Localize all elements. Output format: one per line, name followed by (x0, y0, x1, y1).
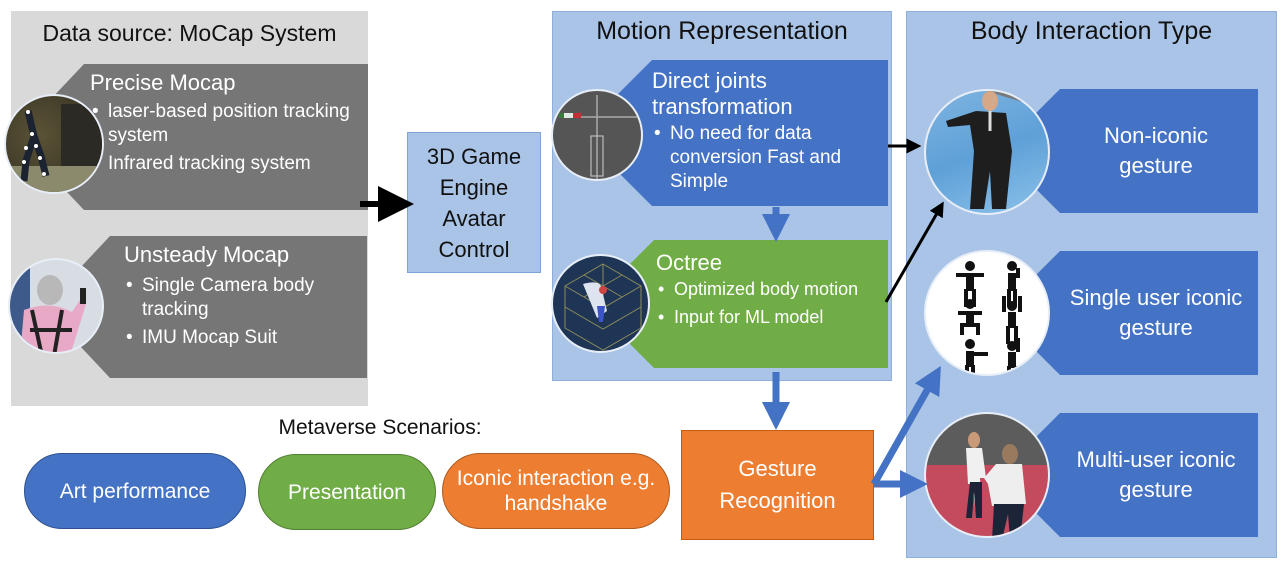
data-source-title: Data source: MoCap System (42, 20, 337, 46)
unsteady-bullet-2: IMU Mocap Suit (124, 326, 367, 350)
precise-bullet-2: Infrared tracking system (90, 152, 368, 176)
non-iconic-label: Non-iconic gesture (1104, 123, 1208, 178)
motion-representation-title: Motion Representation (596, 17, 848, 45)
unsteady-mocap-card: Unsteady Mocap Single Camera body tracki… (80, 236, 367, 378)
imu-suit-photo (8, 258, 104, 354)
avatar-suit-image (924, 89, 1050, 215)
octree-bullet-1: Optimized body motion (656, 277, 888, 301)
single-user-card: Single user iconic gesture (1030, 251, 1258, 375)
gesture-recognition-box: Gesture Recognition (681, 430, 874, 540)
pictogram-poses-image (924, 250, 1050, 376)
multi-user-label: Multi-user iconic gesture (1076, 447, 1236, 502)
game-engine-label: 3D Game Engine Avatar Control (426, 143, 522, 262)
non-iconic-card: Non-iconic gesture (1030, 89, 1258, 213)
unsteady-mocap-heading: Unsteady Mocap (124, 242, 290, 267)
scenario-presentation: Presentation (258, 454, 436, 530)
octree-heading: Octree (656, 250, 723, 275)
body-interaction-title: Body Interaction Type (970, 17, 1213, 45)
skeleton-joints-image (551, 89, 643, 181)
scenario-iconic-interaction: Iconic interaction e.g. handshake (442, 453, 670, 529)
direct-joints-card: Direct joints transformation No need for… (612, 60, 888, 206)
direct-joints-heading: Direct joints transformation (652, 68, 793, 119)
octree-grid-image (551, 254, 650, 353)
scenarios-title: Metaverse Scenarios: (278, 416, 482, 439)
single-user-label: Single user iconic gesture (1069, 285, 1243, 340)
mocap-marker-photo (4, 94, 104, 194)
multi-user-card: Multi-user iconic gesture (1030, 413, 1258, 537)
precise-bullet-1: laser-based position tracking system (90, 100, 368, 148)
scenario-art-performance: Art performance (24, 453, 246, 529)
gesture-recognition-label: Gesture Recognition (719, 456, 836, 513)
octree-bullet-2: Input for ML model (656, 305, 888, 329)
game-engine-avatar-control-box: 3D Game Engine Avatar Control (407, 132, 541, 273)
handshake-avatars-image (924, 412, 1050, 538)
direct-bullet-1: No need for data conversion Fast and Sim… (652, 122, 888, 194)
octree-card: Octree Optimized body motion Input for M… (620, 240, 888, 368)
unsteady-bullet-1: Single Camera body tracking (124, 274, 367, 322)
precise-mocap-heading: Precise Mocap (90, 70, 236, 95)
